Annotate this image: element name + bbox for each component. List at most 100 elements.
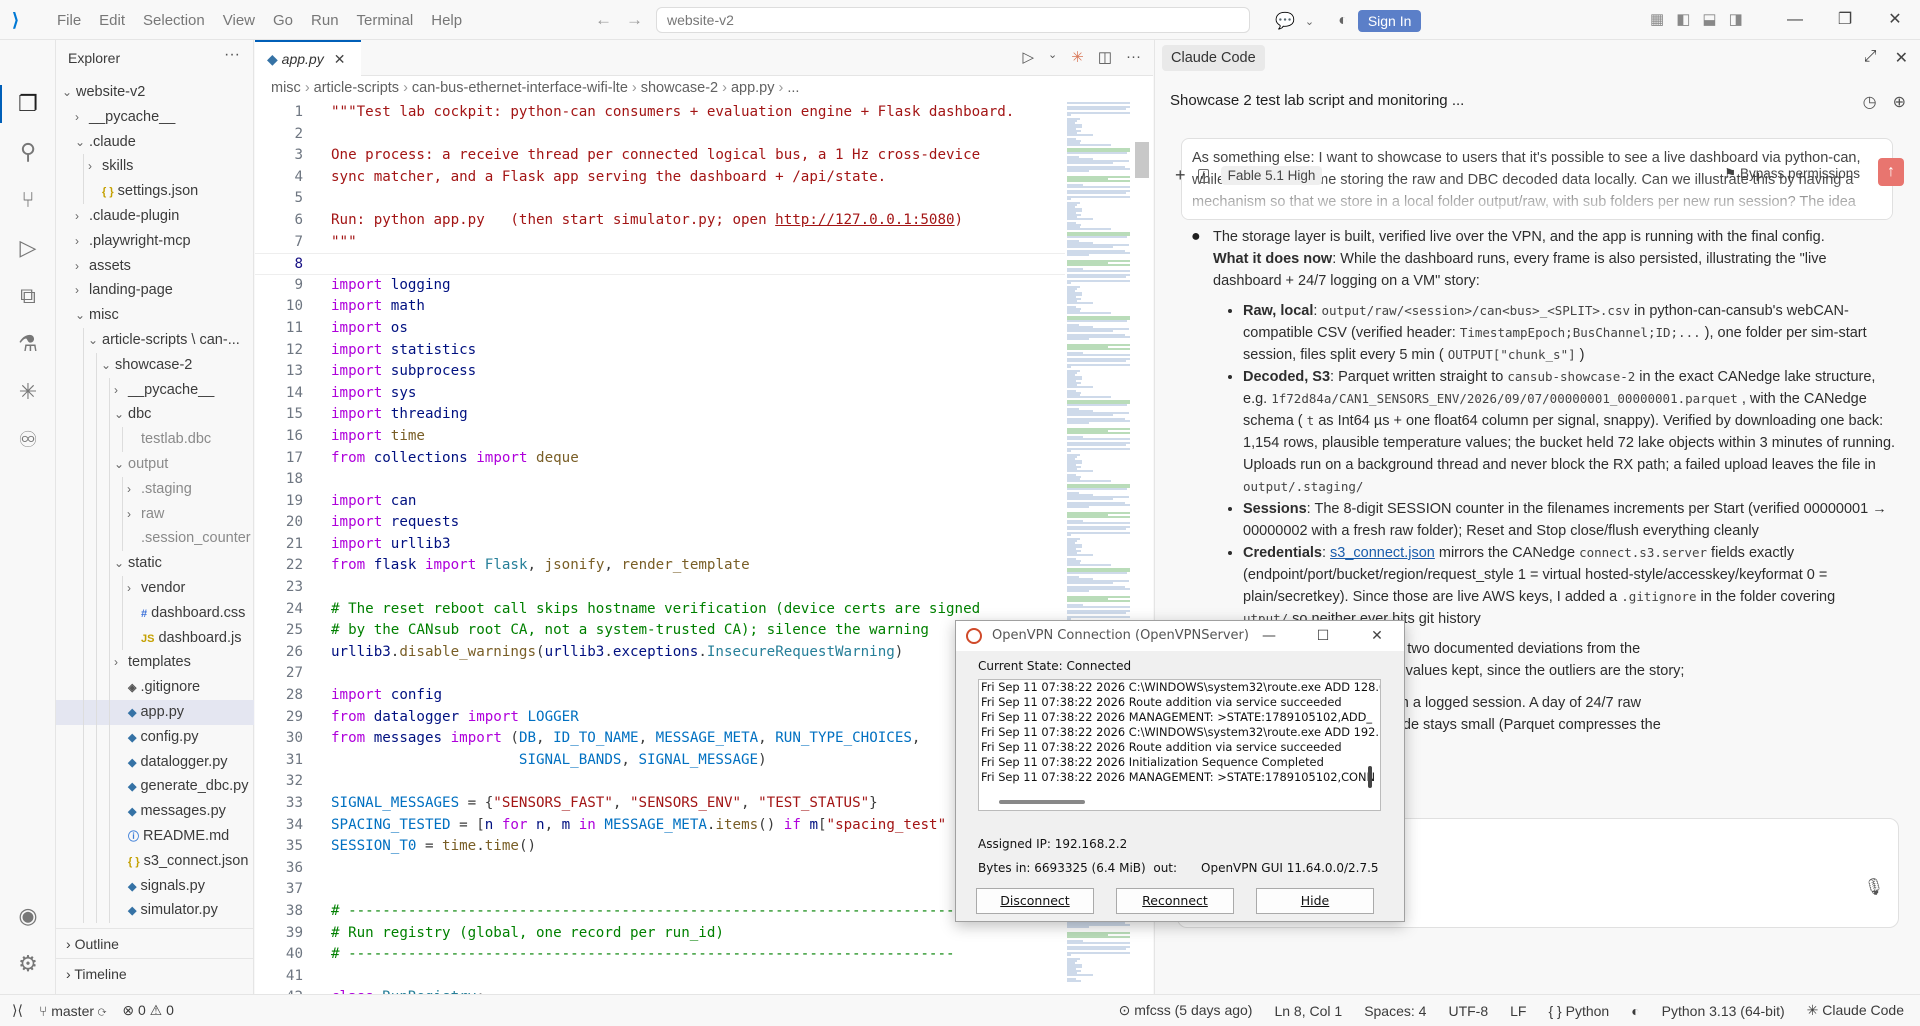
- new-chat-icon[interactable]: ⊕: [1893, 92, 1906, 112]
- breadcrumb-item[interactable]: showcase-2: [641, 80, 718, 96]
- code-line[interactable]: 16 import time: [255, 426, 1065, 448]
- minimize-icon[interactable]: —: [1770, 0, 1820, 40]
- close-panel-icon[interactable]: ✕: [1895, 48, 1908, 68]
- tree-item[interactable]: ⌄ output: [56, 451, 254, 477]
- menu-selection[interactable]: Selection: [134, 12, 214, 29]
- tree-item[interactable]: { } settings.json: [56, 179, 254, 204]
- code-line[interactable]: 23: [255, 577, 1065, 599]
- tree-item[interactable]: › skills: [56, 154, 254, 180]
- slash-command-icon[interactable]: /: [1197, 168, 1209, 183]
- maximize-icon[interactable]: ☐: [1296, 621, 1350, 651]
- tree-item[interactable]: ◆ datalogger.py: [56, 749, 254, 775]
- code-line[interactable]: 14 import sys: [255, 383, 1065, 405]
- reconnect-button[interactable]: Reconnect: [1116, 888, 1234, 914]
- tree-item[interactable]: ⌄ dbc: [56, 402, 254, 428]
- tree-item[interactable]: ◆ config.py: [56, 724, 254, 750]
- branch-indicator[interactable]: ⑂ master ⟳: [39, 1003, 106, 1019]
- menu-go[interactable]: Go: [264, 12, 302, 29]
- outline-section[interactable]: › Outline: [56, 928, 254, 958]
- code-line[interactable]: 3 One process: a receive thread per conne…: [255, 145, 1065, 167]
- maximize-panel-icon[interactable]: ⤢: [1864, 48, 1877, 68]
- tab-app-py[interactable]: ◆ app.py ✕: [255, 40, 361, 76]
- breadcrumb-item[interactable]: ...: [787, 80, 799, 96]
- toggle-secondary-sidebar-icon[interactable]: ◨: [1729, 10, 1743, 28]
- tree-item[interactable]: › .staging: [56, 476, 254, 502]
- history-icon[interactable]: ◷: [1863, 92, 1877, 112]
- menu-edit[interactable]: Edit: [90, 12, 134, 29]
- code-line[interactable]: 10 import math: [255, 296, 1065, 318]
- tree-item[interactable]: { } s3_connect.json: [56, 848, 254, 874]
- code-line[interactable]: 31 SIGNAL_BANDS, SIGNAL_MESSAGE): [255, 750, 1065, 772]
- model-selector[interactable]: Fable 5.1 High: [1220, 166, 1323, 185]
- tree-item[interactable]: › templates: [56, 650, 254, 676]
- back-arrow-icon[interactable]: ←: [595, 10, 626, 29]
- code-line[interactable]: 21 import urllib3: [255, 534, 1065, 556]
- encoding[interactable]: UTF-8: [1448, 1003, 1488, 1019]
- send-button[interactable]: ↑: [1878, 158, 1904, 186]
- copilot-status-icon[interactable]: ◐: [1631, 1003, 1639, 1019]
- code-line[interactable]: 1 """Test lab cockpit: python-can consume…: [255, 102, 1065, 124]
- code-line[interactable]: 12 import statistics: [255, 340, 1065, 362]
- code-line[interactable]: 25 # by the CANsub root CA, not a system-…: [255, 620, 1065, 642]
- git-blame[interactable]: ⊙ mfcss (5 days ago): [1119, 1002, 1253, 1019]
- minimize-icon[interactable]: —: [1242, 621, 1296, 651]
- breadcrumb-item[interactable]: article-scripts: [314, 80, 399, 96]
- code-line[interactable]: 38 # ------------------------------------…: [255, 901, 1065, 923]
- code-line[interactable]: 20 import requests: [255, 512, 1065, 534]
- code-line[interactable]: 40 # ------------------------------------…: [255, 944, 1065, 966]
- testing-icon[interactable]: ⚗: [14, 330, 42, 358]
- tree-item[interactable]: ⓘ README.md: [56, 823, 254, 849]
- code-line[interactable]: 19 import can: [255, 491, 1065, 513]
- toggle-panel-icon[interactable]: ⬓: [1702, 10, 1716, 28]
- code-line[interactable]: 17 from collections import deque: [255, 448, 1065, 470]
- hide-button[interactable]: Hide: [1256, 888, 1374, 914]
- tree-item[interactable]: # dashboard.css: [56, 600, 254, 626]
- permissions-mode[interactable]: ⚑ Bypass permissions: [1724, 166, 1860, 182]
- tree-item[interactable]: › raw: [56, 501, 254, 527]
- chevron-down-icon[interactable]: ⌄: [1305, 15, 1314, 28]
- tree-item[interactable]: ⌄ misc: [56, 303, 254, 328]
- code-line[interactable]: 8: [255, 253, 1065, 275]
- claude-run-icon[interactable]: ✳: [1071, 48, 1084, 66]
- settings-gear-icon[interactable]: ⚙: [14, 950, 42, 978]
- code-line[interactable]: 2: [255, 124, 1065, 146]
- code-line[interactable]: 13 import subprocess: [255, 361, 1065, 383]
- code-line[interactable]: 36: [255, 858, 1065, 880]
- close-tab-icon[interactable]: ✕: [334, 51, 346, 67]
- python-icon[interactable]: ♾: [14, 426, 42, 454]
- code-line[interactable]: 35 SESSION_T0 = time.time(): [255, 836, 1065, 858]
- python-interpreter[interactable]: Python 3.13 (64-bit): [1662, 1003, 1785, 1019]
- claude-code-tab[interactable]: Claude Code: [1162, 45, 1265, 71]
- tree-item[interactable]: ◈ .gitignore: [56, 675, 254, 700]
- command-center-search[interactable]: website-v2: [656, 7, 1250, 33]
- source-control-icon[interactable]: ⑂: [14, 186, 42, 214]
- tree-item[interactable]: › __pycache__: [56, 105, 254, 130]
- code-line[interactable]: 26 urllib3.disable_warnings(urllib3.excep…: [255, 642, 1065, 664]
- code-line[interactable]: 9 import logging: [255, 275, 1065, 297]
- log-horizontal-scrollbar[interactable]: [999, 800, 1085, 804]
- tree-item[interactable]: › .playwright-mcp: [56, 229, 254, 254]
- claude-icon[interactable]: ✳: [14, 378, 42, 406]
- restore-icon[interactable]: ❐: [1820, 0, 1870, 40]
- explorer-icon[interactable]: ❐: [14, 90, 42, 118]
- run-file-icon[interactable]: ▷: [1022, 48, 1034, 66]
- code-line[interactable]: 39 # Run registry (global, one record per…: [255, 923, 1065, 945]
- code-line[interactable]: 37: [255, 879, 1065, 901]
- chat-icon[interactable]: 💬: [1275, 11, 1295, 31]
- code-line[interactable]: 29 from datalogger import LOGGER: [255, 707, 1065, 729]
- more-editor-actions-icon[interactable]: ···: [1126, 48, 1141, 66]
- tree-item[interactable]: ⌄ website-v2: [56, 80, 254, 105]
- close-icon[interactable]: ✕: [1350, 621, 1404, 651]
- tree-item[interactable]: › __pycache__: [56, 377, 254, 403]
- tree-item[interactable]: ◆ messages.py: [56, 799, 254, 824]
- chevron-down-icon[interactable]: ⌄: [1048, 48, 1057, 66]
- tree-item[interactable]: ◆ app.py: [56, 699, 254, 725]
- remote-icon[interactable]: ⟩⟨: [12, 1002, 23, 1019]
- tree-item[interactable]: ◆ generate_dbc.py: [56, 774, 254, 800]
- code-line[interactable]: 34 SPACING_TESTED = [n for n, m in MESSAG…: [255, 815, 1065, 837]
- menu-help[interactable]: Help: [422, 12, 471, 29]
- search-icon[interactable]: ⚲: [14, 138, 42, 166]
- code-line[interactable]: 11 import os: [255, 318, 1065, 340]
- more-actions-icon[interactable]: ···: [224, 46, 240, 64]
- code-line[interactable]: 5: [255, 188, 1065, 210]
